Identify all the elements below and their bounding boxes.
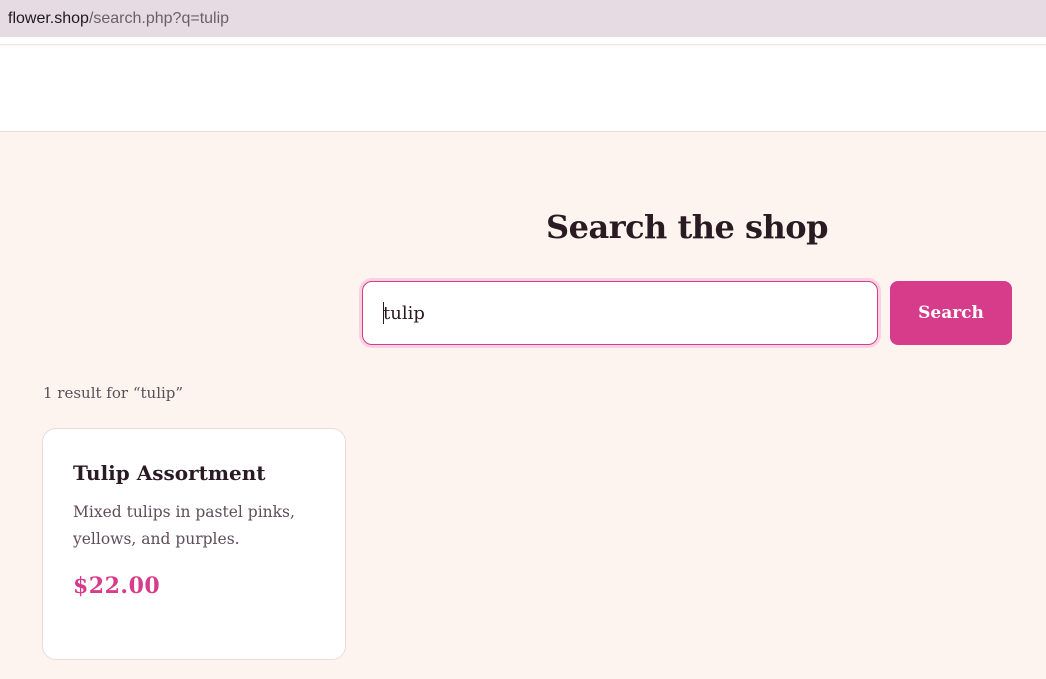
browser-toolbar-gap (0, 37, 1046, 45)
product-name[interactable]: Tulip Assortment (73, 461, 315, 485)
text-caret (383, 302, 384, 324)
browser-address-bar[interactable]: flower.shop/search.php?q=tulip (0, 0, 1046, 37)
url-path: /search.php?q=tulip (88, 9, 230, 27)
search-input[interactable] (362, 281, 878, 345)
search-button[interactable]: Search (890, 281, 1012, 345)
site-header (0, 46, 1046, 132)
result-count: 1 result for “tulip” (43, 384, 184, 402)
product-price: $22.00 (73, 573, 161, 599)
product-card[interactable]: Tulip Assortment Mixed tulips in pastel … (42, 428, 346, 660)
page-title: Search the shop (546, 208, 829, 246)
url-host: flower.shop (8, 9, 89, 27)
product-description: Mixed tulips in pastel pinks, yellows, a… (73, 503, 295, 548)
